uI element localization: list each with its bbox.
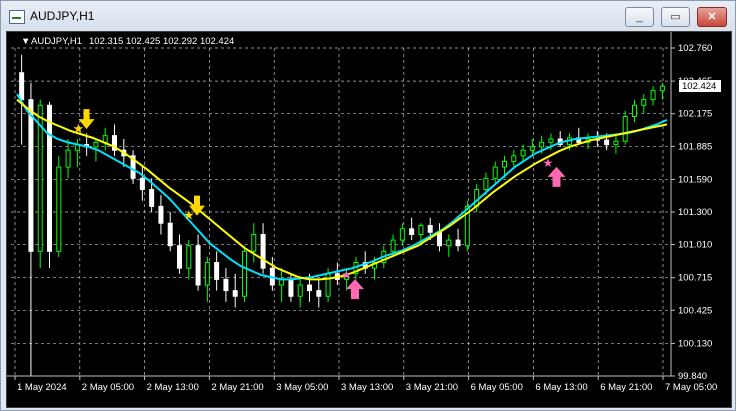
candle-body [65,149,71,168]
axes: 102.760102.465102.175101.885101.590101.3… [7,32,717,393]
candle-body [316,290,322,297]
time-tick-label: 2 May 13:00 [147,382,199,393]
candles [19,54,665,376]
candle-body [158,205,164,224]
sell-star-icon: ★ [183,209,195,224]
candle-body [139,177,145,191]
candle-body [539,141,545,148]
chart-header-symbol: AUDJPY,H1 [31,36,82,47]
time-tick-label: 3 May 05:00 [276,382,328,393]
time-tick-label: 1 May 2024 [17,382,67,393]
time-tick-label: 6 May 05:00 [471,382,523,393]
candle-body [502,160,507,168]
candlestick-chart-svg[interactable]: ★★★★ 102.760102.465102.175101.885101.590… [7,32,731,407]
price-tick-label: 102.175 [678,109,712,120]
candle-body [47,104,52,252]
candle-body [399,228,405,241]
candle-body [307,284,312,292]
time-tick-label: 2 May 21:00 [211,382,263,393]
candle-body [214,262,220,280]
candle-body [455,239,461,247]
sell-star-icon: ★ [73,122,85,137]
price-tick-label: 102.760 [678,43,712,54]
candle-body [251,233,257,252]
candle-body [260,233,266,269]
close-button[interactable]: ✕ [697,7,727,27]
maximize-button[interactable]: ▭ [661,7,690,27]
candle-body [446,239,452,247]
candle-body [223,278,229,292]
candle-body [520,149,526,157]
chart-header-arrow: ▼ [21,36,30,47]
candle-body [242,250,247,297]
candle-body [93,141,99,148]
price-tick-label: 100.715 [678,273,712,284]
time-tick-label: 3 May 13:00 [341,382,393,393]
chart-header-ohlc: 102.315 102.425 102.292 102.424 [89,36,234,47]
candle-body [19,72,25,101]
signals: ★ ★ ★ ★ [73,109,566,300]
candle-body [288,278,294,297]
candle-body [28,99,34,252]
buy-star-icon: ★ [543,156,554,170]
title-bar[interactable]: AUDJPY,H1 _ ▭ ✕ [1,1,735,31]
candle-body [390,239,396,252]
candle-body [483,177,489,191]
price-tick-label: 100.425 [678,305,712,316]
candle-body [529,146,535,151]
candle-body [632,104,637,118]
candle-body [548,138,554,143]
chart-window: AUDJPY,H1 _ ▭ ✕ ★★★★ 102.760102.465102.1… [0,0,736,411]
candle-body [204,262,210,286]
chart-grid [11,47,671,377]
candle-body [641,99,647,106]
candle-body [149,189,155,207]
time-tick-label: 6 May 13:00 [535,382,587,393]
price-tick-label: 101.885 [678,141,712,152]
price-tick-label: 101.590 [678,174,712,185]
candle-body [297,284,303,297]
time-tick-label: 6 May 21:00 [600,382,652,393]
candle-body [511,155,517,162]
candle-body [427,224,433,233]
price-tick-label: 100.130 [678,338,712,349]
candle-body [409,228,415,235]
candle-body [325,273,331,297]
candle-body [650,90,656,101]
current-price-label: 102.424 [682,81,716,92]
price-tick-label: 99.840 [678,371,707,382]
moving-averages [16,93,668,281]
candle-body [492,166,498,179]
candle-body [604,139,610,146]
candle-body [659,85,665,92]
candle-body [56,166,62,252]
candle-body [186,245,192,269]
candle-body [167,222,173,247]
buy-star-icon: ★ [341,268,352,282]
fast-ma-line [16,93,668,281]
time-tick-label: 7 May 05:00 [665,382,717,393]
chart-window-icon [9,10,25,24]
candle-body [613,140,619,146]
price-tick-label: 101.010 [678,240,712,251]
time-tick-label: 3 May 21:00 [406,382,458,393]
time-tick-label: 2 May 05:00 [82,382,134,393]
price-tick-label: 101.300 [678,207,712,218]
candle-body [418,224,424,235]
candle-body [195,245,201,286]
candle-body [622,116,628,142]
candle-body [177,245,182,269]
price-chart[interactable]: ★★★★ 102.760102.465102.175101.885101.590… [6,31,732,408]
candle-body [232,290,238,297]
window-title: AUDJPY,H1 [30,9,95,23]
minimize-button[interactable]: _ [625,7,654,27]
